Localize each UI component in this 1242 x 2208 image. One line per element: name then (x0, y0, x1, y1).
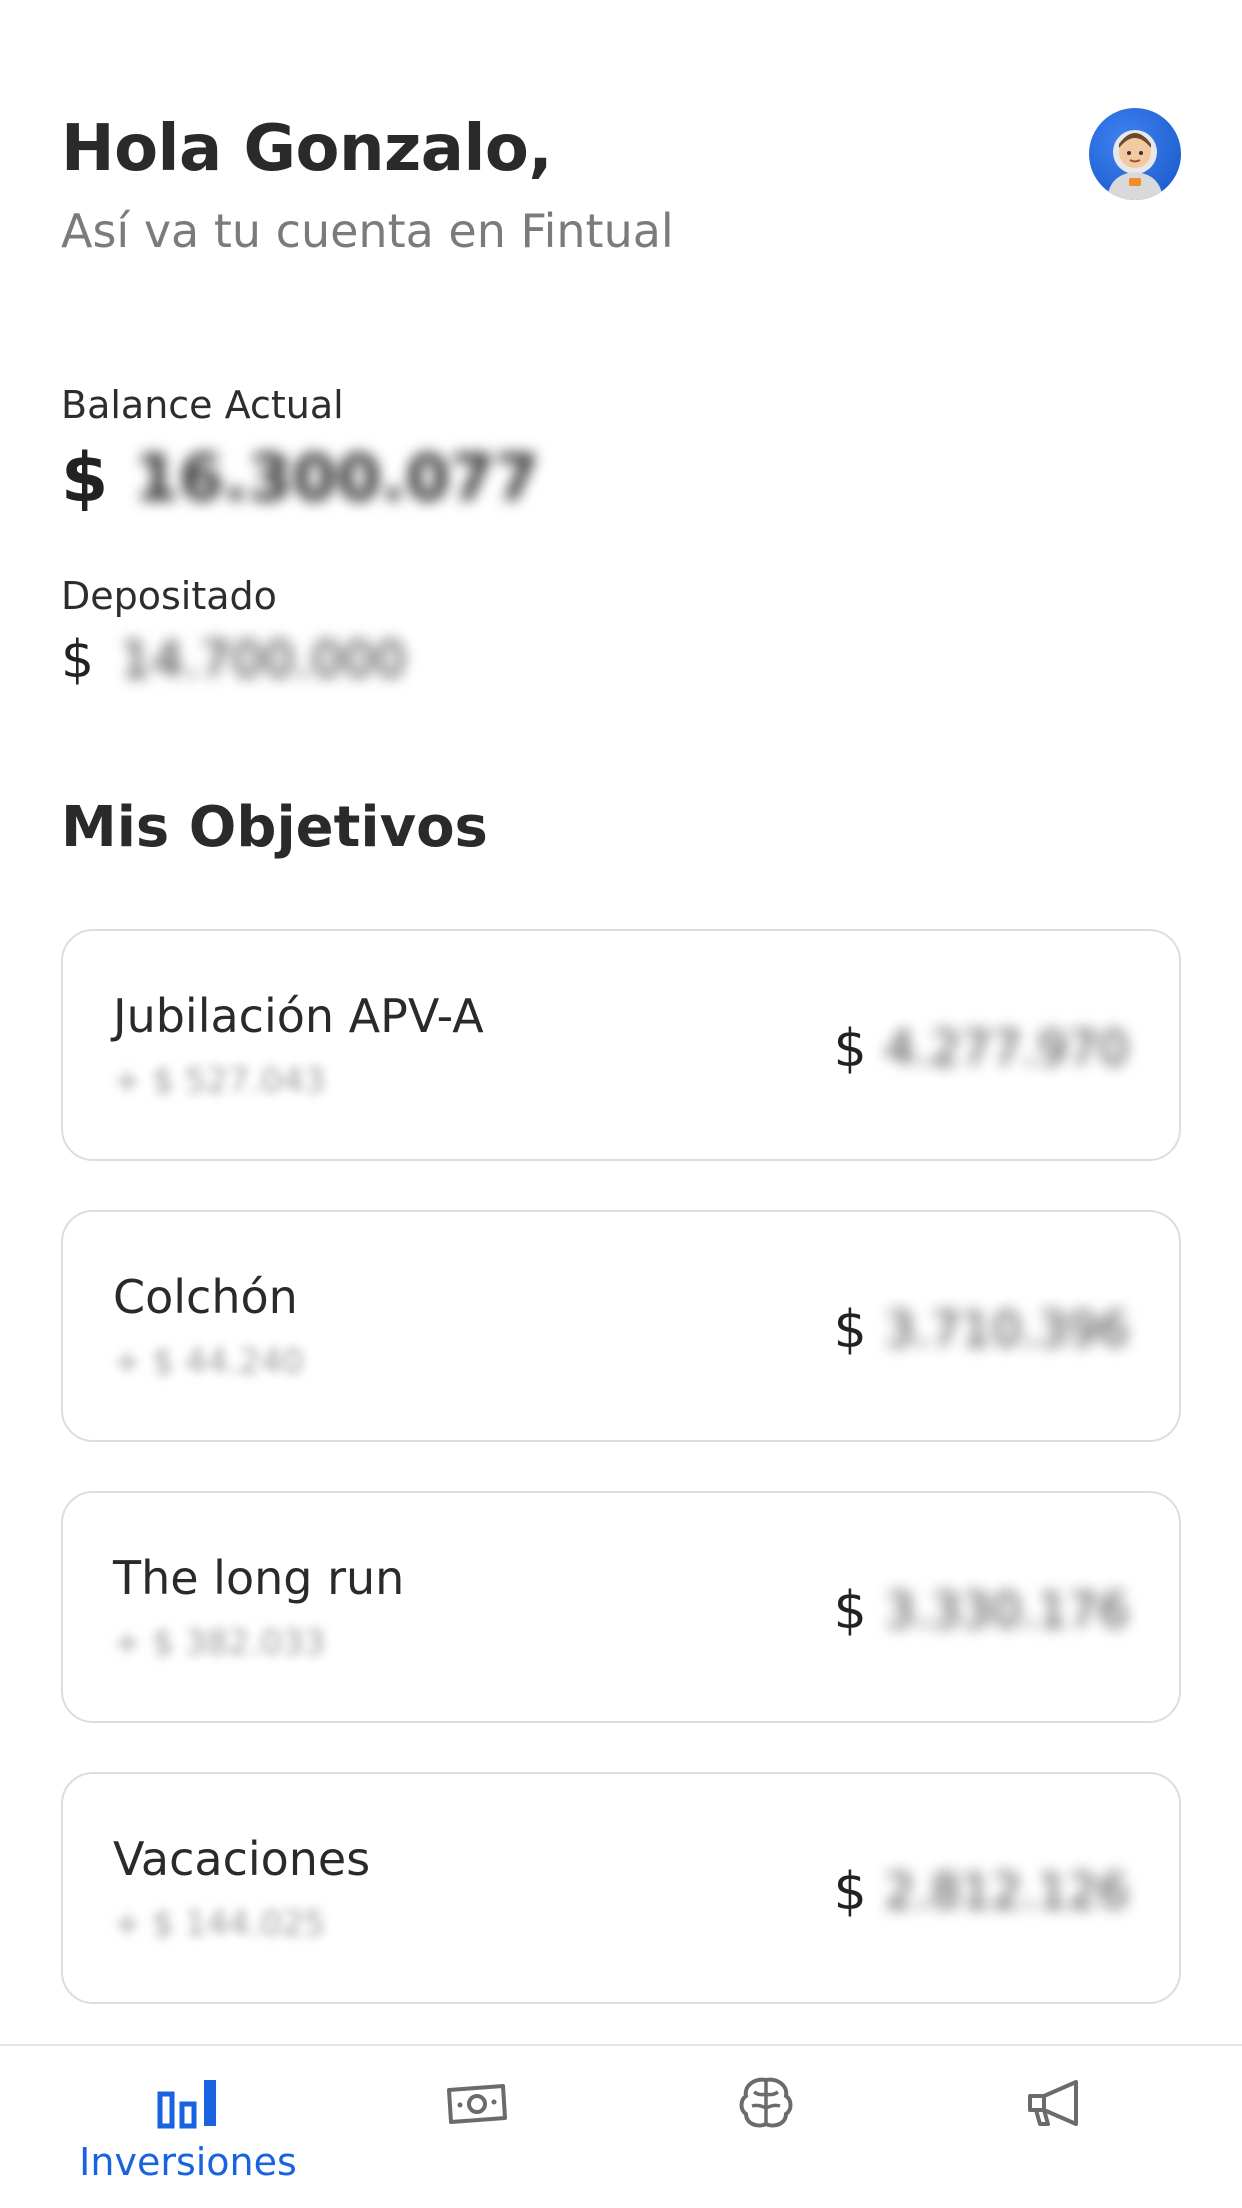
goal-name: Vacaciones (113, 1832, 371, 1886)
goal-gain: + $ 44.240 (113, 1342, 304, 1382)
nav-item-learn[interactable] (641, 2074, 891, 2132)
goal-amount-value: 3.710.396 (884, 1302, 1129, 1358)
goal-gain: + $ 527.043 (113, 1061, 326, 1101)
deposited-section: Depositado $ 14.700.000 (61, 574, 406, 690)
goal-amount-value: 4.277.970 (884, 1021, 1129, 1077)
goal-currency: $ (833, 1581, 867, 1641)
nav-item-inversiones[interactable]: Inversiones (63, 2074, 313, 2184)
greeting-subtitle: Así va tu cuenta en Fintual (61, 204, 674, 258)
goals-list: Jubilación APV-A + $ 527.043 $ 4.277.970… (61, 929, 1181, 2053)
deposited-value: 14.700.000 (120, 631, 407, 689)
bar-chart-icon (157, 2080, 216, 2129)
goal-amount: $ 3.330.176 (834, 1581, 1129, 1641)
goal-card-jubilacion[interactable]: Jubilación APV-A + $ 527.043 $ 4.277.970 (61, 929, 1181, 1161)
goal-card-vacaciones[interactable]: Vacaciones + $ 144.025 $ 2.812.126 (61, 1772, 1181, 2004)
nav-item-deposits[interactable] (352, 2074, 602, 2132)
deposited-label: Depositado (61, 574, 277, 618)
astronaut-avatar-icon (1107, 130, 1163, 200)
goal-name: Jubilación APV-A (113, 989, 484, 1043)
goals-section-title: Mis Objetivos (61, 795, 488, 860)
nav-label-inversiones: Inversiones (79, 2140, 297, 2184)
goal-amount-value: 3.330.176 (884, 1583, 1129, 1639)
deposited-currency: $ (61, 630, 95, 690)
goal-amount: $ 3.710.396 (834, 1300, 1129, 1360)
balance-label: Balance Actual (61, 383, 344, 427)
goal-amount-value: 2.812.126 (884, 1864, 1129, 1920)
balance-value: 16.300.077 (134, 441, 540, 516)
goal-gain: + $ 144.025 (113, 1904, 326, 1944)
bottom-navigation: Inversiones (0, 2044, 1242, 2208)
goal-gain: + $ 382.033 (113, 1623, 326, 1663)
goal-name: The long run (113, 1551, 405, 1605)
goal-currency: $ (833, 1300, 867, 1360)
money-bill-icon (447, 2084, 507, 2124)
header: Hola Gonzalo, Así va tu cuenta en Fintua… (61, 112, 1181, 258)
nav-item-news[interactable] (929, 2074, 1179, 2132)
goal-name: Colchón (113, 1270, 298, 1324)
greeting-title: Hola Gonzalo, (61, 112, 553, 186)
goal-currency: $ (833, 1019, 867, 1079)
brain-icon (739, 2077, 793, 2128)
goal-amount: $ 2.812.126 (834, 1862, 1129, 1922)
goal-card-the-long-run[interactable]: The long run + $ 382.033 $ 3.330.176 (61, 1491, 1181, 1723)
profile-avatar[interactable] (1089, 108, 1181, 200)
balance-currency: $ (61, 439, 109, 518)
goal-amount: $ 4.277.970 (834, 1019, 1129, 1079)
goal-card-colchon[interactable]: Colchón + $ 44.240 $ 3.710.396 (61, 1210, 1181, 1442)
balance-section: Balance Actual $ 16.300.077 (61, 383, 539, 518)
goal-currency: $ (833, 1862, 867, 1922)
megaphone-icon (1028, 2080, 1078, 2126)
